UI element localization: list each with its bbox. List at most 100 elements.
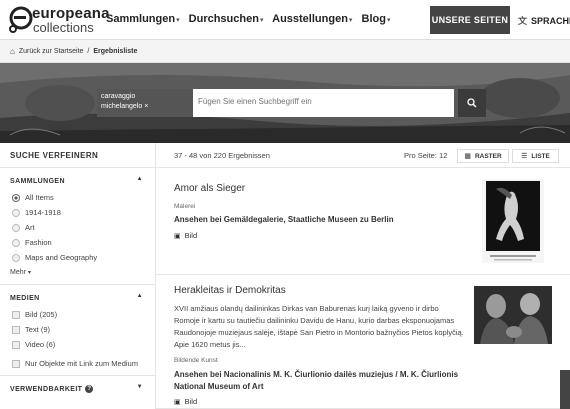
collection-option-label: 1914-1918 [25, 208, 61, 217]
result-institution-link[interactable]: Ansehen bei Gemäldegalerie, Staatliche M… [174, 214, 394, 226]
result-type: Malerei [174, 203, 196, 210]
facet-verwendbarkeit-toggle[interactable]: VERWENDBARKEIT ? ▼ [0, 380, 155, 398]
radio-selected[interactable] [12, 193, 20, 202]
checkbox[interactable] [12, 340, 20, 349]
chip-term-2: michelangelo [101, 103, 143, 110]
result-title-link[interactable]: Herakleitas ir Demokritas [174, 285, 286, 296]
media-option-label: Bild (205) [25, 310, 58, 319]
results-area: 37 - 48 von 220 Ergebnissen Pro Seite: 1… [156, 143, 570, 409]
chevron-up-icon: ▲ [136, 176, 143, 182]
collection-option-1914-1918[interactable]: 1914-1918 [0, 205, 155, 220]
unsere-seiten-button[interactable]: UNSERE SEITEN [430, 6, 510, 34]
help-icon[interactable]: ? [85, 385, 94, 393]
breadcrumb-back-link[interactable]: Zurück zur Startseite [19, 48, 84, 55]
chevron-down-icon: ▾ [176, 17, 180, 24]
media-option-video[interactable]: Video (6) [0, 337, 155, 352]
language-selector[interactable]: 文SPRACHE [518, 14, 570, 27]
divider [0, 284, 155, 285]
per-page-selector[interactable]: Pro Seite: 12 [404, 151, 447, 160]
search-icon [467, 98, 477, 108]
result-title-link[interactable]: Amor als Sieger [174, 183, 245, 194]
result-media-type: ▣ Bild [174, 231, 197, 240]
main-nav: Sammlungen▾ Durchsuchen▾ Ausstellungen▾ … [106, 13, 396, 25]
radio[interactable] [12, 253, 20, 262]
collection-option-label: Maps and Geography [25, 253, 98, 262]
results-toolbar: 37 - 48 von 220 Ergebnissen Pro Seite: 1… [156, 143, 570, 168]
nav-durchsuchen[interactable]: Durchsuchen▾ [189, 13, 264, 25]
herakleitas-painting-image [474, 286, 552, 344]
result-media-type: ▣ Bild [174, 397, 197, 406]
view-raster-button[interactable]: ▦ RASTER [457, 149, 509, 163]
search-term-chip[interactable]: caravaggio michelangelo × [97, 89, 193, 117]
europeana-logo-mark-icon [9, 6, 33, 33]
checkbox[interactable] [12, 325, 20, 334]
logo-subtitle: collections [33, 20, 94, 35]
radio[interactable] [12, 208, 20, 217]
result-item: Herakleitas ir Demokritas XVII amžiaus o… [156, 275, 570, 409]
image-icon: ▣ [174, 232, 181, 240]
breadcrumb: ⌂ Zurück zur Startseite / Ergebnisliste [0, 40, 570, 63]
language-label: SPRACHE [531, 16, 570, 26]
checkbox[interactable] [12, 310, 20, 319]
result-thumbnail[interactable] [482, 179, 544, 263]
result-thumbnail[interactable] [474, 286, 552, 344]
facet-medien-toggle[interactable]: MEDIEN ▲ [0, 289, 155, 307]
grid-icon: ▦ [464, 153, 471, 160]
home-icon: ⌂ [10, 46, 15, 56]
more-collections-link[interactable]: Mehr ▾ [0, 265, 155, 280]
chevron-down-icon: ▾ [259, 17, 264, 24]
nav-blog[interactable]: Blog▾ [362, 13, 391, 25]
nav-durchsuchen-label: Durchsuchen [188, 13, 259, 25]
collection-option-label: Art [25, 223, 35, 232]
breadcrumb-current: Ergebnisliste [93, 47, 138, 55]
search-button[interactable] [458, 89, 486, 117]
refine-heading: SUCHE VERFEINERN [0, 143, 155, 168]
europeana-logo[interactable]: europeana collections [8, 4, 109, 36]
media-option-bild[interactable]: Bild (205) [0, 307, 155, 322]
nav-blog-label: Blog [361, 13, 386, 25]
view-liste-button[interactable]: ☰ LISTE [512, 149, 559, 163]
list-icon: ☰ [521, 153, 528, 160]
more-label: Mehr [10, 269, 26, 276]
result-description: XVII amžiaus olandų dailininkas Dirkas v… [174, 304, 464, 349]
media-option-text[interactable]: Text (9) [0, 322, 155, 337]
chevron-down-icon: ▾ [348, 17, 353, 24]
collection-option-maps[interactable]: Maps and Geography [0, 250, 155, 265]
view-raster-label: RASTER [474, 152, 502, 160]
nav-ausstellungen[interactable]: Ausstellungen▾ [272, 13, 352, 25]
nav-ausstellungen-label: Ausstellungen [272, 13, 348, 25]
radio[interactable] [12, 238, 20, 247]
nav-sammlungen[interactable]: Sammlungen▾ [106, 13, 180, 25]
nav-sammlungen-label: Sammlungen [106, 13, 176, 25]
close-icon[interactable]: × [144, 103, 148, 110]
result-media-label: Bild [184, 231, 198, 240]
checkbox[interactable] [12, 359, 20, 368]
results-count: 37 - 48 von 220 Ergebnissen [174, 151, 270, 160]
site-header: europeana collections Sammlungen▾ Durchs… [0, 0, 570, 40]
feedback-tab[interactable] [560, 370, 570, 409]
collection-option-all-items[interactable]: All Items [0, 190, 155, 205]
collection-option-fashion[interactable]: Fashion [0, 235, 155, 250]
breadcrumb-separator: / [87, 47, 90, 55]
chevron-down-icon: ▾ [386, 17, 391, 24]
result-institution-link[interactable]: Ansehen bei Nacionalinis M. K. Čiurlioni… [174, 369, 474, 393]
chevron-up-icon: ▲ [136, 293, 143, 299]
chip-term-1: caravaggio [101, 93, 136, 100]
collection-option-art[interactable]: Art [0, 220, 155, 235]
facet-sammlungen-title: SAMMLUNGEN [10, 177, 65, 185]
image-icon: ▣ [174, 398, 181, 406]
link-to-media-option[interactable]: Nur Objekte mit Link zum Medium [0, 356, 155, 371]
chevron-down-icon: ▼ [136, 384, 143, 390]
collection-option-label: Fashion [25, 238, 52, 247]
link-to-media-label: Nur Objekte mit Link zum Medium [25, 359, 138, 368]
divider [0, 375, 155, 376]
translate-icon: 文 [518, 16, 528, 26]
facet-verwendbarkeit-title: VERWENDBARKEIT [10, 385, 83, 393]
radio[interactable] [12, 223, 20, 232]
facet-medien-title: MEDIEN [10, 294, 40, 302]
media-option-label: Text (9) [25, 325, 51, 334]
facet-sammlungen-toggle[interactable]: SAMMLUNGEN ▲ [0, 172, 155, 190]
amor-painting-image [486, 181, 540, 261]
search-input[interactable] [198, 97, 448, 106]
collection-option-label: All Items [25, 193, 54, 202]
